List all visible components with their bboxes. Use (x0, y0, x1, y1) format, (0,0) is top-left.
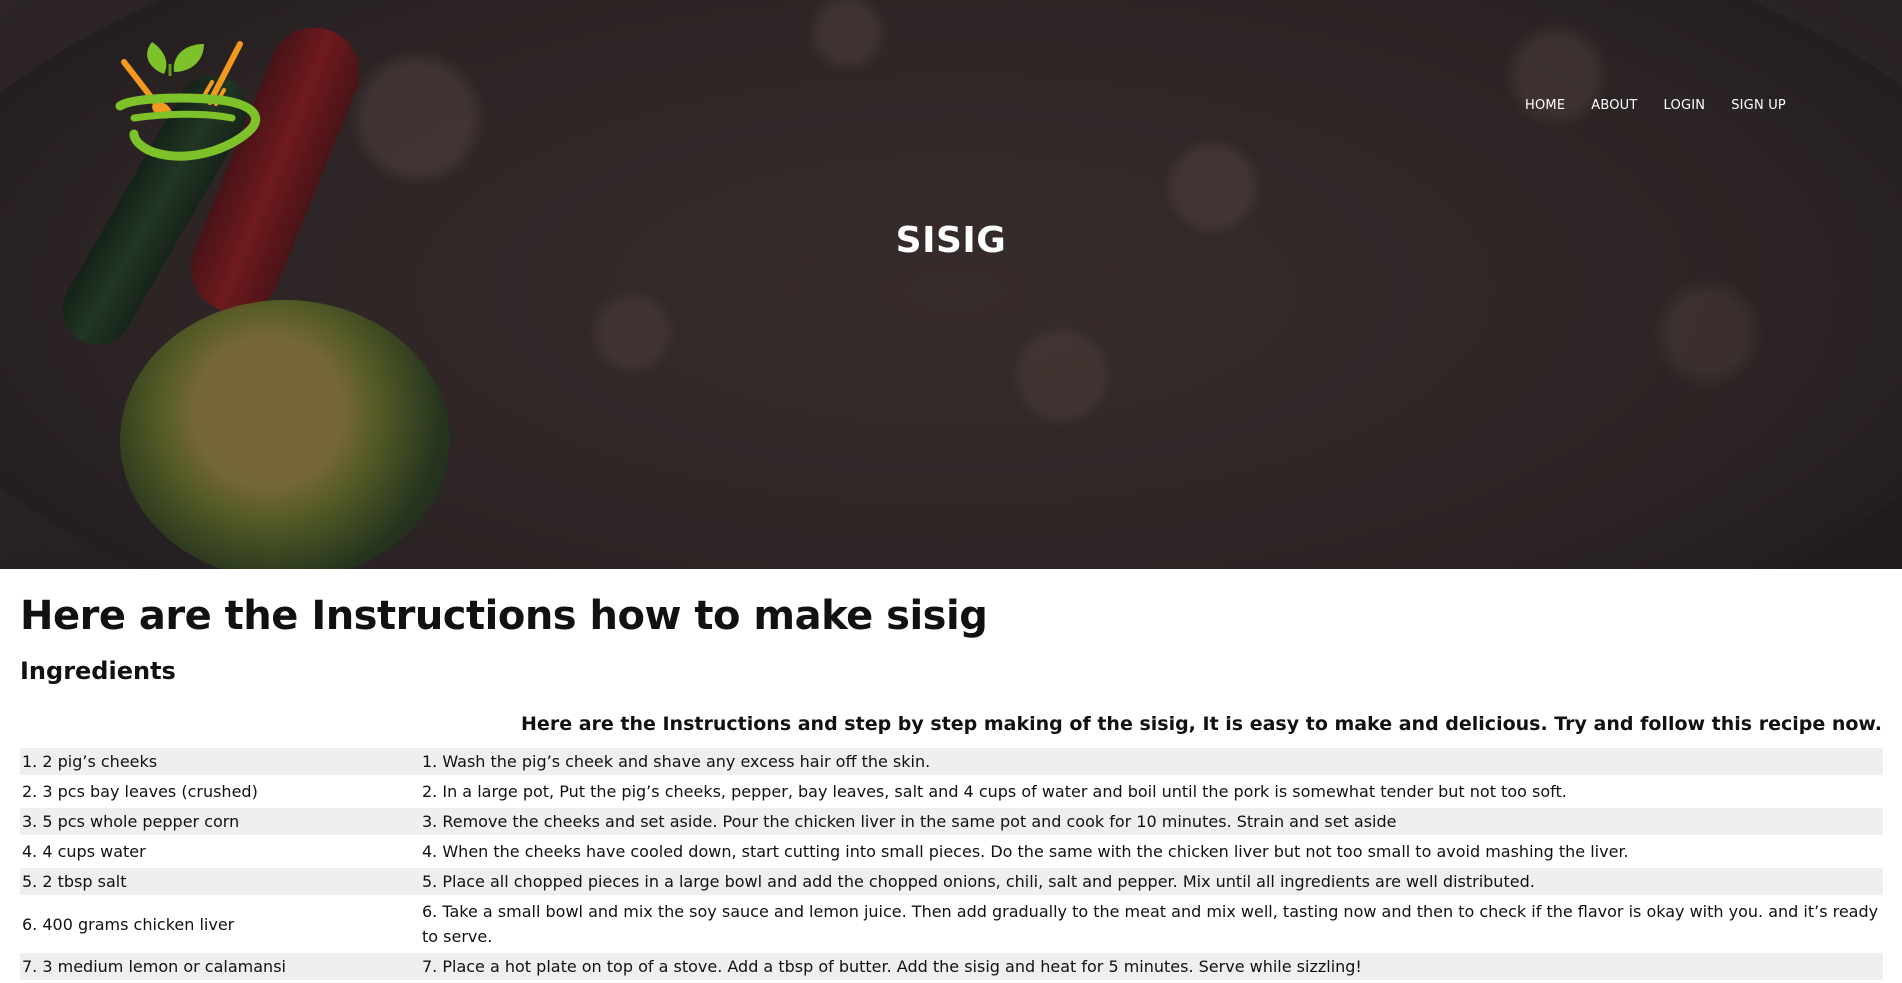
step-cell: 4. When the cheeks have cooled down, sta… (422, 842, 1629, 861)
table-row: 7. 3 medium lemon or calamansi 7. Place … (20, 953, 1883, 980)
step-cell: 6. Take a small bowl and mix the soy sau… (422, 902, 1879, 946)
table-row: 2. 3 pcs bay leaves (crushed) 2. In a la… (20, 778, 1883, 805)
logo-icon[interactable] (112, 36, 272, 176)
step-cell: 5. Place all chopped pieces in a large b… (420, 868, 1883, 895)
nav-signup-link[interactable]: SIGN UP (1731, 98, 1786, 113)
ingredient-cell: 4. 4 cups water (22, 842, 146, 861)
main-nav: HOME ABOUT LOGIN SIGN UP (1525, 98, 1786, 113)
recipe-content: Here are the Instructions how to make si… (0, 569, 1902, 983)
ingredient-cell: 5. 2 tbsp salt (20, 868, 420, 895)
hero-overlay (0, 0, 1902, 569)
ingredient-cell: 2. 3 pcs bay leaves (crushed) (22, 782, 258, 801)
step-cell: 3. Remove the cheeks and set aside. Pour… (420, 808, 1883, 835)
ingredient-cell: 3. 5 pcs whole pepper corn (20, 808, 420, 835)
nav-home-link[interactable]: HOME (1525, 98, 1565, 113)
recipe-table: 1. 2 pig’s cheeks 1. Wash the pig’s chee… (20, 745, 1883, 983)
table-row: 3. 5 pcs whole pepper corn 3. Remove the… (20, 808, 1883, 835)
instructions-lead: Here are the Instructions and step by st… (521, 713, 1882, 735)
ingredient-cell: 1. 2 pig’s cheeks (20, 748, 420, 775)
step-cell: 1. Wash the pig’s cheek and shave any ex… (420, 748, 1883, 775)
table-row: 5. 2 tbsp salt 5. Place all chopped piec… (20, 868, 1883, 895)
nav-login-link[interactable]: LOGIN (1664, 98, 1706, 113)
table-row: 1. 2 pig’s cheeks 1. Wash the pig’s chee… (20, 748, 1883, 775)
hero-title: SISIG (895, 220, 1007, 261)
step-cell: 7. Place a hot plate on top of a stove. … (420, 953, 1883, 980)
step-cell: 2. In a large pot, Put the pig’s cheeks,… (422, 782, 1567, 801)
hero-banner: HOME ABOUT LOGIN SIGN UP SISIG (0, 0, 1902, 569)
nav-about-link[interactable]: ABOUT (1591, 98, 1637, 113)
ingredients-heading: Ingredients (20, 657, 176, 685)
ingredient-cell: 6. 400 grams chicken liver (22, 914, 235, 934)
table-row: 4. 4 cups water 4. When the cheeks have … (20, 838, 1883, 865)
ingredient-cell: 7. 3 medium lemon or calamansi (20, 953, 420, 980)
page-heading: Here are the Instructions how to make si… (20, 593, 988, 639)
table-row: 6. 400 grams chicken liver 6. Take a sma… (20, 898, 1883, 950)
